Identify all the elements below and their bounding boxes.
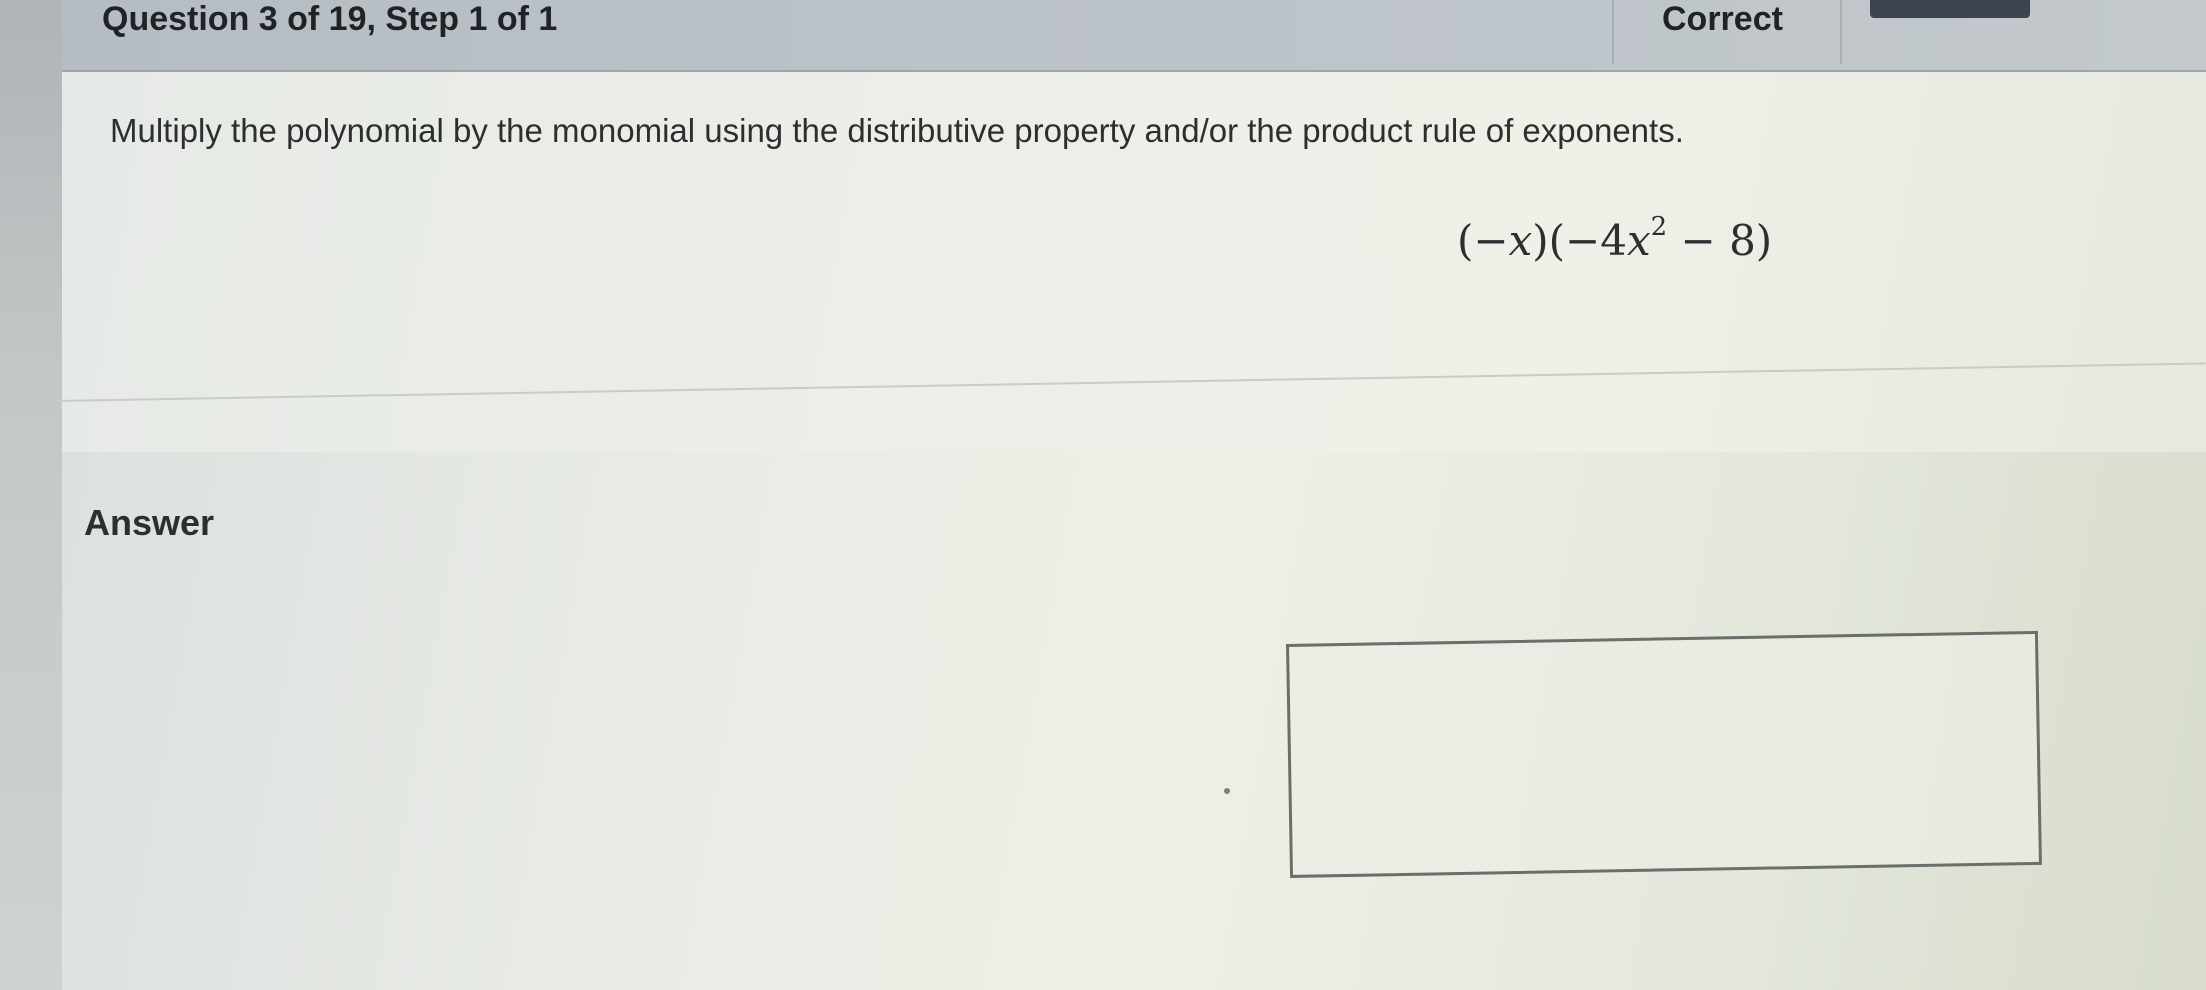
header-divider <box>1612 0 1614 64</box>
question-prompt: Multiply the polynomial by the monomial … <box>110 112 1684 149</box>
question-header: Question 3 of 19, Step 1 of 1 Correct <box>62 0 2206 72</box>
mouse-pointer <box>1224 788 1230 794</box>
expression-exponent: 2 <box>1650 212 1668 242</box>
left-rail <box>0 0 62 990</box>
header-divider <box>1840 0 1842 64</box>
expression-variable: x <box>1508 216 1533 265</box>
math-expression: (−x)(−4x2 − 8) <box>1457 212 1772 265</box>
status-indicator: Correct <box>1662 0 1783 38</box>
answer-label: Answer <box>84 502 215 543</box>
question-progress-title: Question 3 of 19, Step 1 of 1 <box>102 0 558 38</box>
header-tab-handle[interactable] <box>1870 0 2030 18</box>
expression-part: (− <box>1457 216 1509 265</box>
expression-part: )(−4 <box>1532 216 1627 265</box>
expression-part: − 8) <box>1667 216 1773 265</box>
answer-input-box[interactable] <box>1286 630 2042 878</box>
answer-input[interactable] <box>1289 633 2039 875</box>
expression-variable: x <box>1626 216 1651 265</box>
